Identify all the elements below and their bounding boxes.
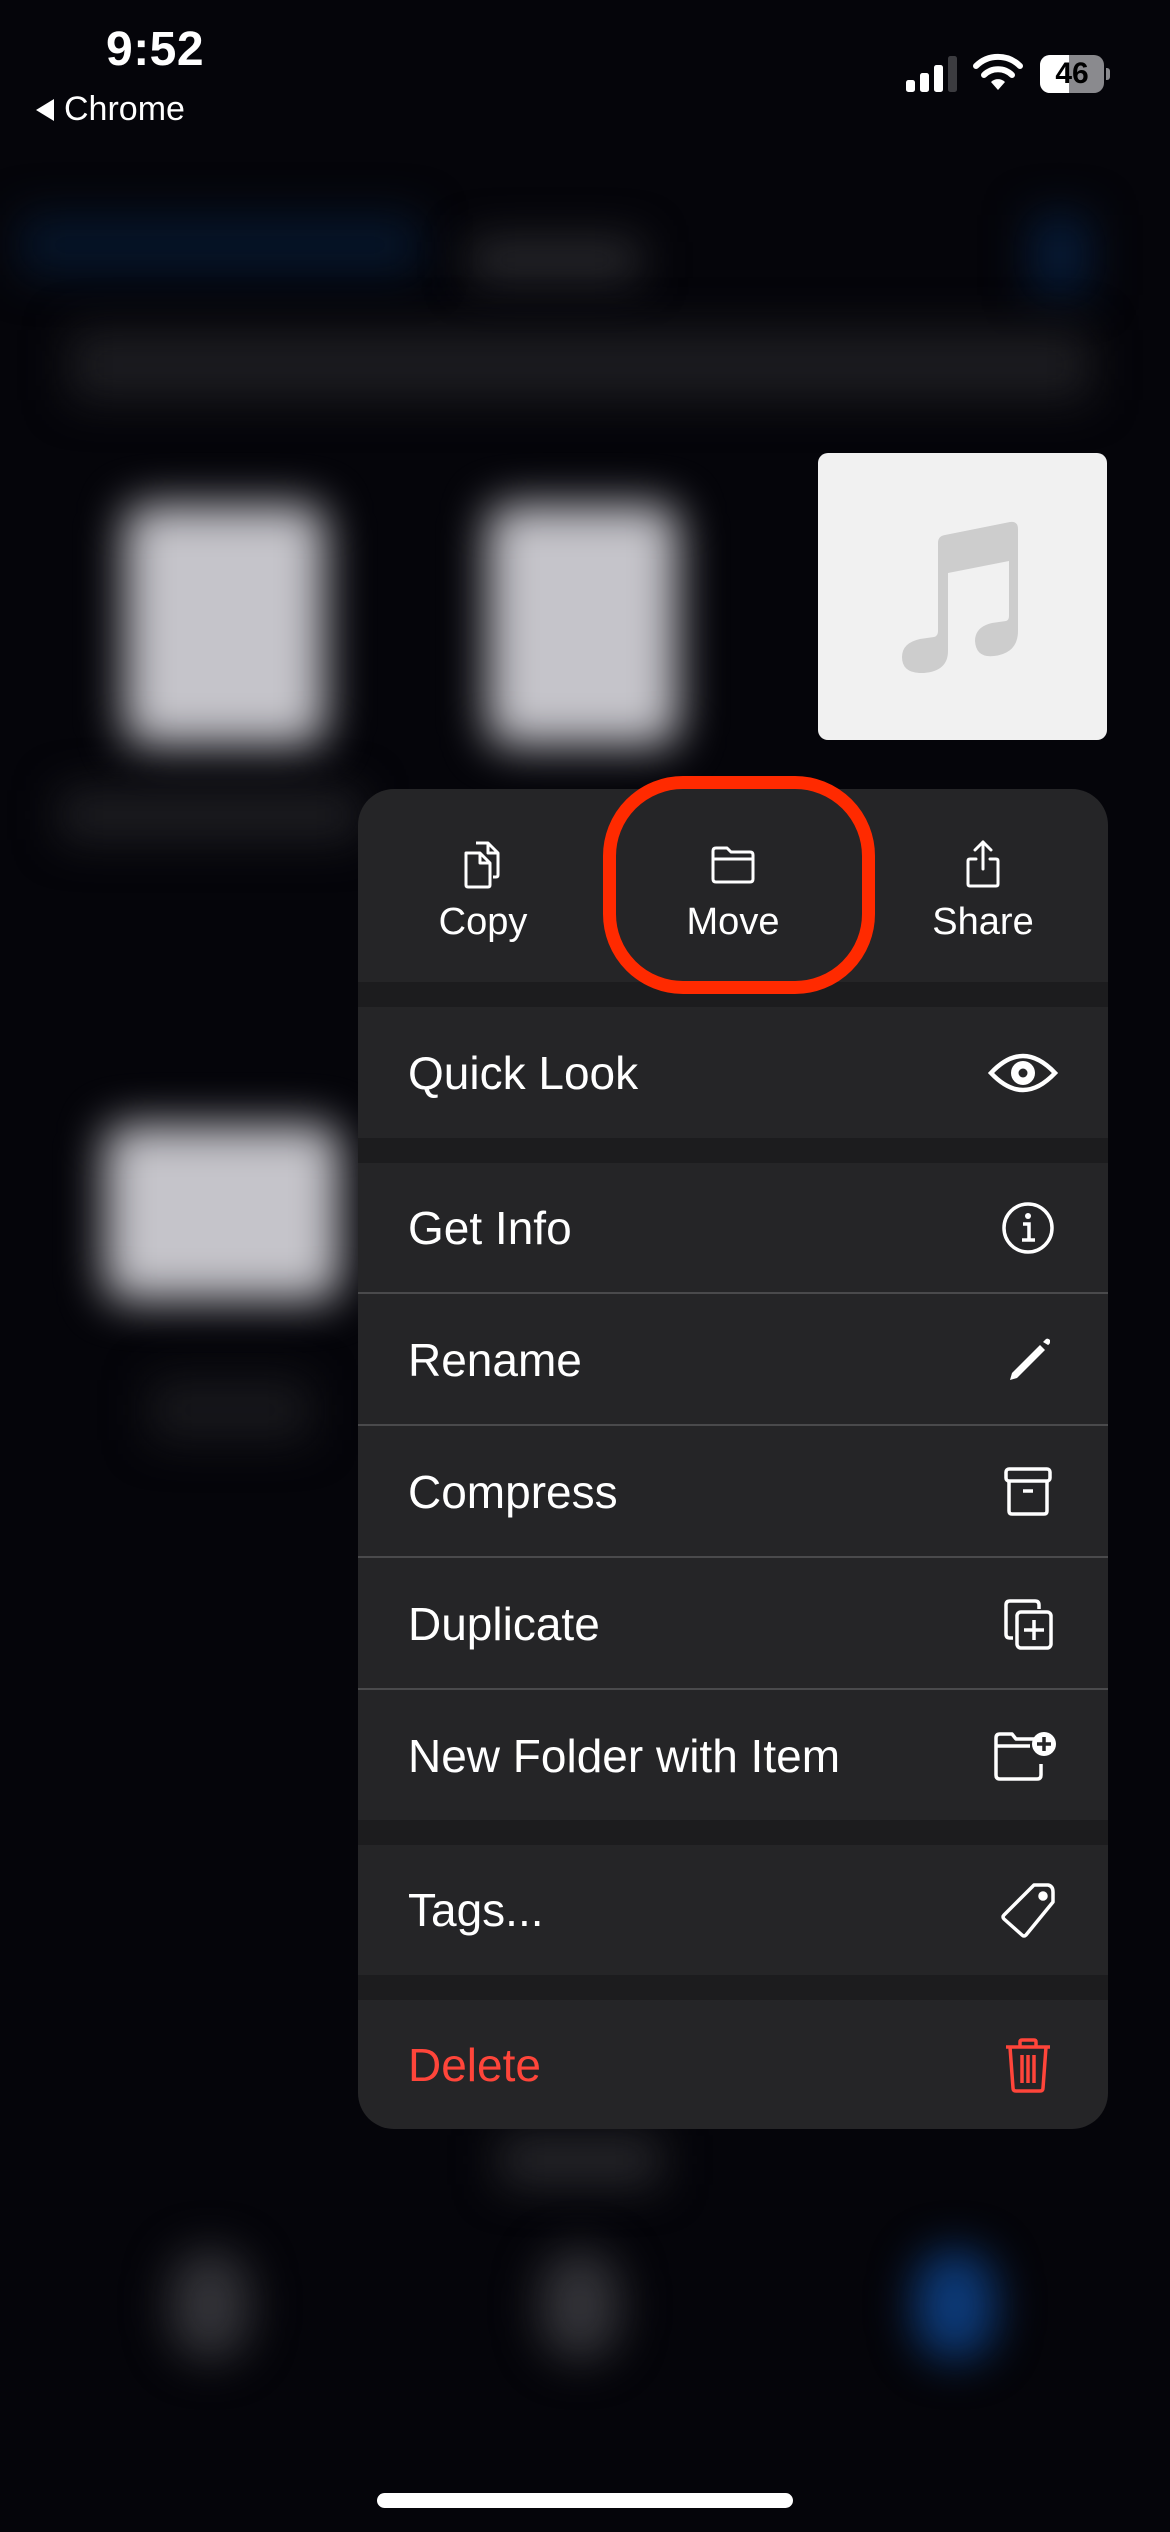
eye-icon — [988, 1053, 1058, 1092]
blurred-tab-shared — [540, 2250, 620, 2360]
file-preview-thumbnail[interactable] — [818, 453, 1107, 740]
back-to-app-button[interactable]: Chrome — [36, 90, 185, 129]
section-gap — [358, 1138, 1108, 1163]
highlight-annotation-ring — [603, 776, 875, 994]
section-gap — [358, 1975, 1108, 2000]
share-label: Share — [932, 901, 1034, 943]
music-note-icon — [901, 521, 1018, 673]
folder-plus-icon — [994, 1731, 1056, 1781]
share-icon — [966, 840, 1000, 888]
blurred-tab-browse — [915, 2250, 995, 2360]
blurred-folder-count — [500, 2135, 660, 2185]
new-folder-label: New Folder with Item — [408, 1729, 841, 1782]
menu-item-compress[interactable]: Compress — [358, 1426, 1108, 1557]
blurred-file-label — [150, 1380, 310, 1440]
cellular-signal-icon — [906, 56, 957, 92]
tags-label: Tags... — [408, 1883, 544, 1936]
trash-icon — [1006, 2037, 1050, 2093]
menu-item-tags[interactable]: Tags... — [358, 1844, 1108, 1975]
menu-item-rename[interactable]: Rename — [358, 1294, 1108, 1425]
back-triangle-icon — [36, 98, 54, 121]
battery-indicator: 46 — [1040, 55, 1110, 93]
back-app-label: Chrome — [64, 90, 185, 128]
blurred-nav-button — [1030, 215, 1090, 295]
menu-item-get-info[interactable]: Get Info — [358, 1162, 1108, 1293]
section-gap — [358, 1820, 1108, 1845]
info-icon — [1002, 1201, 1054, 1254]
quick-look-label: Quick Look — [408, 1046, 639, 1099]
blurred-file-thumbnail — [488, 505, 678, 745]
battery-percent: 46 — [1055, 57, 1089, 90]
delete-label: Delete — [408, 2038, 541, 2091]
menu-item-quick-look[interactable]: Quick Look — [358, 1007, 1108, 1138]
status-time: 9:52 — [106, 23, 205, 76]
tag-icon — [1001, 1882, 1055, 1938]
rename-label: Rename — [408, 1333, 582, 1386]
blurred-title — [470, 240, 640, 280]
copy-button[interactable]: Copy — [358, 789, 608, 982]
copy-icon — [464, 841, 500, 889]
compress-label: Compress — [408, 1465, 618, 1518]
menu-item-new-folder-with-item[interactable]: New Folder with Item — [358, 1690, 1108, 1821]
share-button[interactable]: Share — [858, 789, 1108, 982]
copy-label: Copy — [438, 901, 528, 943]
menu-item-duplicate[interactable]: Duplicate — [358, 1558, 1108, 1689]
duplicate-icon — [1004, 1598, 1053, 1650]
duplicate-label: Duplicate — [408, 1597, 600, 1650]
blurred-search-bar — [70, 330, 1090, 400]
get-info-label: Get Info — [408, 1201, 572, 1254]
pencil-icon — [1010, 1338, 1050, 1380]
blurred-file-thumbnail — [105, 1125, 340, 1300]
archive-box-icon — [1004, 1466, 1052, 1516]
home-indicator[interactable] — [377, 2493, 793, 2508]
wifi-icon — [973, 53, 1023, 90]
menu-item-delete[interactable]: Delete — [358, 1999, 1108, 2129]
blurred-nav-bar — [20, 215, 420, 275]
blurred-file-thumbnail — [125, 505, 325, 745]
blurred-file-label — [60, 790, 360, 840]
blurred-tab-recents — [170, 2250, 250, 2360]
